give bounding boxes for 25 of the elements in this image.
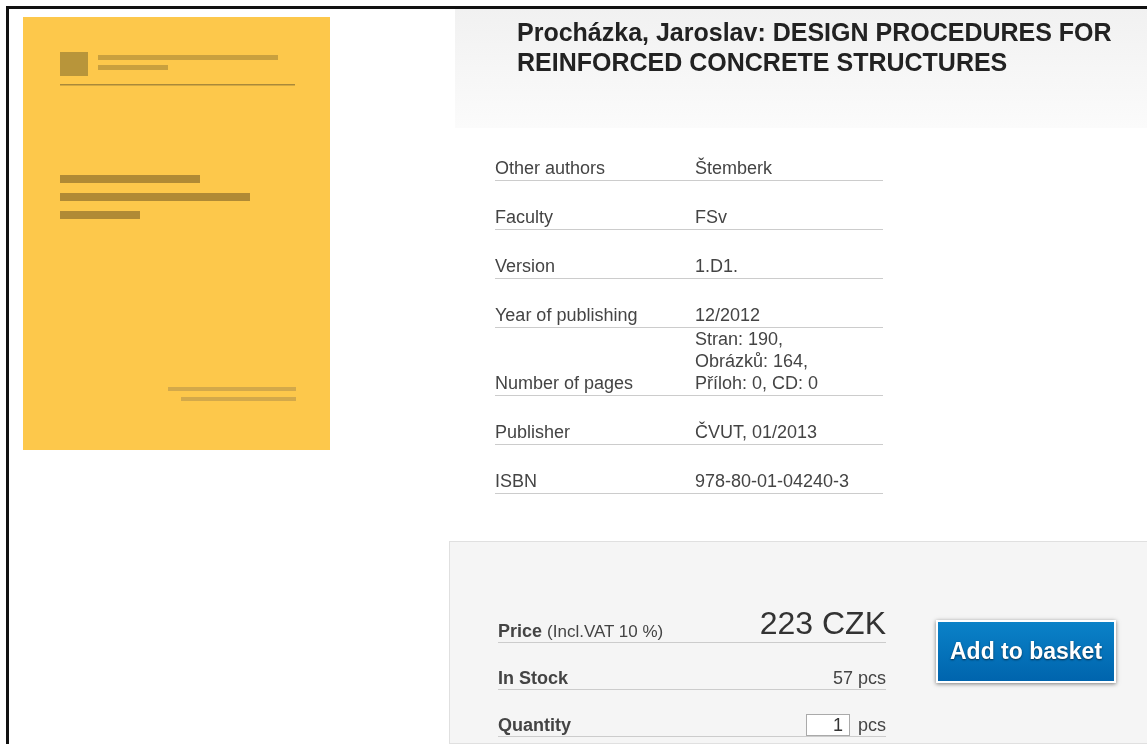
stock-label: In Stock: [498, 668, 568, 690]
detail-value: Štemberk: [695, 157, 773, 180]
detail-label: Version: [495, 255, 557, 278]
detail-label: Publisher: [495, 421, 572, 444]
detail-value: 1.D1.: [695, 255, 739, 278]
detail-value: Stran: 190,: [695, 328, 785, 351]
detail-label: Number of pages: [495, 372, 635, 395]
detail-label: Faculty: [495, 206, 555, 229]
book-title: Procházka, Jaroslav: DESIGN PROCEDURES FOR REINFORCED CONCRETE STRUCTURES: [517, 17, 1113, 77]
detail-label: Other authors: [495, 157, 607, 180]
price-label: Price (Incl.VAT 10 %): [498, 621, 664, 643]
detail-label: Year of publishing: [495, 304, 639, 327]
detail-value: Obrázků: 164,: [695, 350, 810, 373]
price-value: 223 CZK: [759, 605, 886, 643]
detail-value: Příloh: 0, CD: 0: [695, 372, 819, 395]
quantity-label: Quantity: [498, 715, 571, 737]
detail-value: 978-80-01-04240-3: [695, 470, 850, 493]
stock-value: 57 pcs: [832, 668, 886, 690]
detail-value: FSv: [695, 206, 727, 229]
add-to-basket-button[interactable]: Add to basket: [936, 620, 1117, 684]
detail-value: ČVUT, 01/2013: [695, 421, 818, 444]
detail-label: ISBN: [495, 470, 538, 493]
quantity-field[interactable]: 1: [806, 714, 850, 737]
detail-value: 12/2012: [695, 304, 761, 327]
quantity-unit: pcs: [858, 714, 886, 736]
